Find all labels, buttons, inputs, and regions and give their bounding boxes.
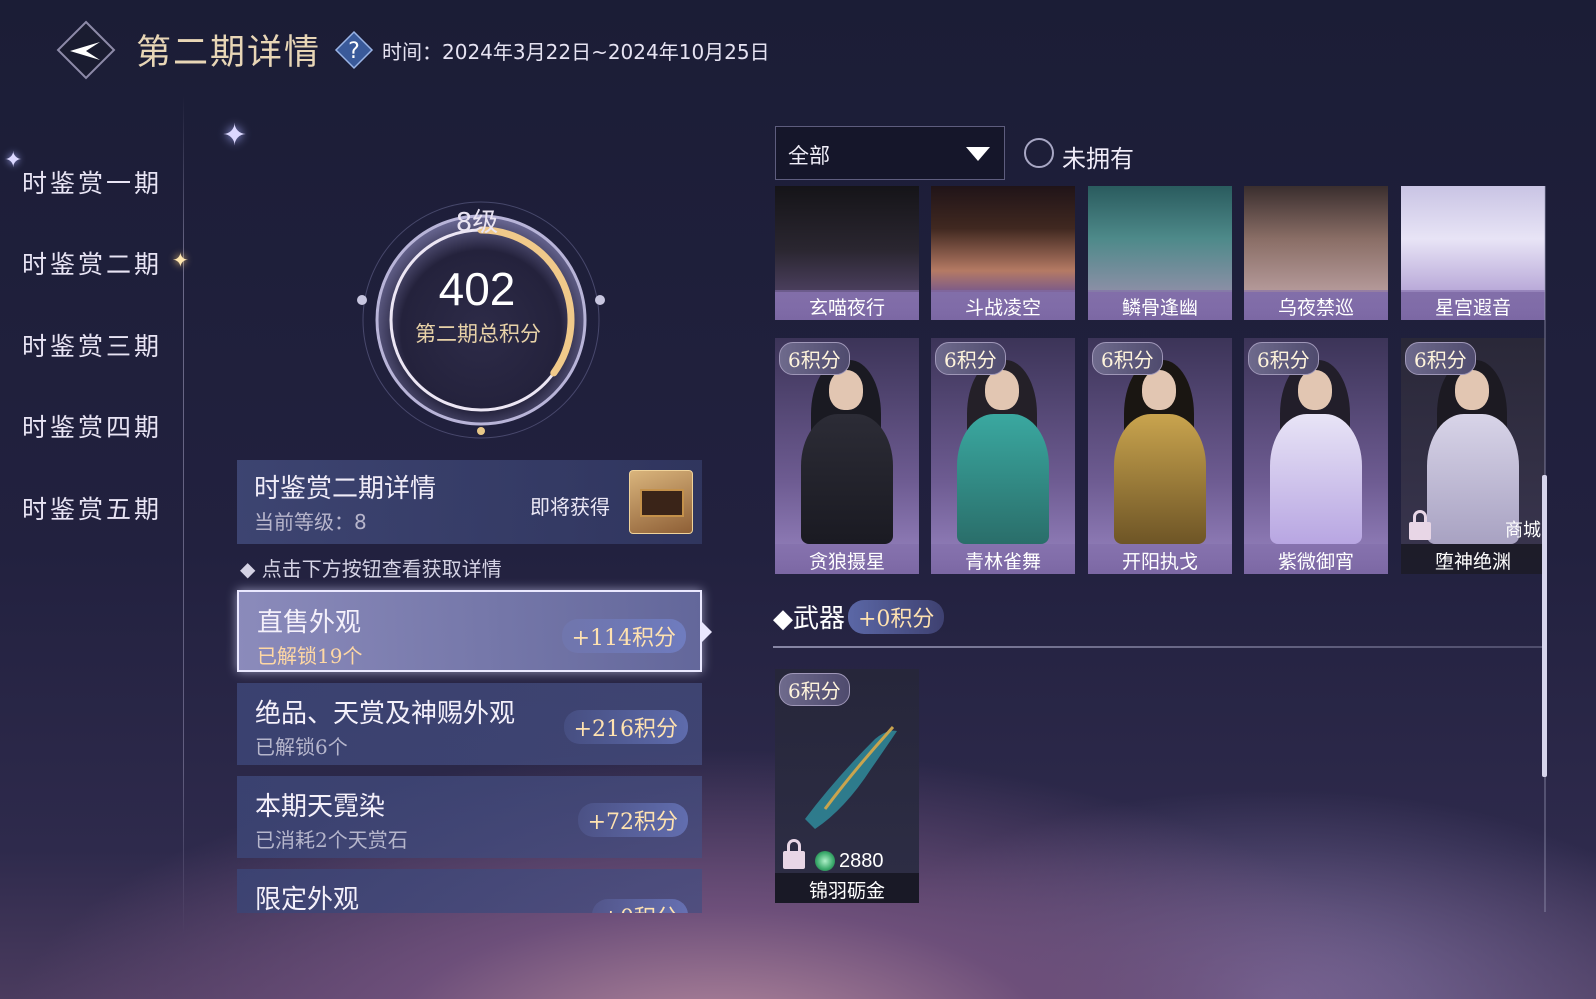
hint-label: 点击下方按钮查看获取详情: [261, 557, 502, 581]
filter-dropdown[interactable]: 全部: [775, 126, 1005, 180]
category-limited[interactable]: 限定外观 +0积分: [237, 869, 702, 913]
score-level: 8级: [455, 208, 499, 238]
total-score: 402: [438, 263, 516, 315]
weapon-card[interactable]: 6积分 2880 锦羽砺金: [775, 669, 919, 903]
sparkle-icon: ✦: [222, 118, 248, 153]
category-direct-sale[interactable]: 直售外观 已解锁19个 +114积分: [237, 590, 712, 672]
sidebar-divider: [183, 95, 184, 935]
category-points: +72积分: [577, 803, 688, 837]
sidebar-item-period-1[interactable]: 时鉴赏一期: [22, 164, 162, 200]
sidebar-item-period-2[interactable]: 时鉴赏二期: [22, 245, 162, 281]
outfit-card[interactable]: 6积分 青林雀舞: [931, 338, 1075, 574]
category-points: +114积分: [561, 619, 686, 653]
category-premium[interactable]: 绝品、天赏及神赐外观 已解锁6个 +216积分: [237, 683, 702, 765]
points-badge: 6积分: [779, 342, 850, 375]
store-label: 商城: [1505, 520, 1541, 541]
sidebar-item-period-5[interactable]: 时鉴赏五期: [22, 490, 162, 526]
active-arrow-icon: [702, 622, 712, 642]
outfit-card[interactable]: 星宫遐音: [1401, 186, 1545, 320]
upcoming-reward-icon[interactable]: [629, 470, 693, 534]
category-dye[interactable]: 本期天霓染 已消耗2个天赏石 +72积分: [237, 776, 702, 858]
outfit-name: 开阳执戈: [1088, 544, 1232, 574]
chevron-down-icon: [966, 147, 990, 161]
total-score-label: 第二期总积分: [415, 322, 541, 346]
points-badge: 6积分: [935, 342, 1006, 375]
category-consumed: 已消耗2个天赏石: [255, 828, 408, 852]
active-star-icon: ✦: [172, 248, 189, 272]
sparkle-icon: ✦: [4, 148, 23, 173]
outfit-name: 紫微御宵: [1244, 544, 1388, 574]
category-title: 直售外观: [257, 608, 362, 638]
not-owned-label[interactable]: 未拥有: [1062, 139, 1134, 174]
points-badge: 6积分: [1405, 342, 1476, 375]
current-level: 当前等级：8: [254, 510, 367, 534]
category-title: 限定外观: [255, 885, 360, 913]
outfit-card[interactable]: 6积分 紫微御宵: [1244, 338, 1388, 574]
outfit-name: 堕神绝渊: [1401, 544, 1545, 574]
outfit-card[interactable]: 6积分 商城 堕神绝渊: [1401, 338, 1545, 574]
upcoming-reward-label: 即将获得: [530, 495, 610, 519]
filter-value: 全部: [788, 144, 830, 168]
outfit-card[interactable]: 6积分 开阳执戈: [1088, 338, 1232, 574]
outfit-card[interactable]: 鳞骨逢幽: [1088, 186, 1232, 320]
outfit-name: 斗战凌空: [931, 290, 1075, 320]
outfit-name: 玄喵夜行: [775, 290, 919, 320]
period-time: 时间：2024年3月22日~2024年10月25日: [382, 40, 770, 64]
outfit-card[interactable]: 斗战凌空: [931, 186, 1075, 320]
category-points: +216积分: [563, 710, 688, 744]
weapon-section-title: 武器: [793, 604, 846, 634]
outfit-card[interactable]: 6积分 贪狼摄星: [775, 338, 919, 574]
outfit-name: 贪狼摄星: [775, 544, 919, 574]
points-badge: 6积分: [1248, 342, 1319, 375]
weapon-points: +0积分: [848, 600, 945, 634]
lock-icon: [1409, 510, 1431, 540]
svg-text:?: ?: [348, 39, 360, 64]
category-title: 绝品、天赏及神赐外观: [255, 699, 516, 729]
page-title: 第二期详情: [136, 33, 322, 73]
weapon-name: 锦羽砺金: [775, 873, 919, 903]
hint-text: ◆ 点击下方按钮查看获取详情: [240, 557, 502, 581]
points-badge: 6积分: [779, 673, 850, 706]
jade-currency-icon: [815, 851, 835, 871]
category-points: +0积分: [591, 899, 688, 913]
back-arrow-icon: [56, 20, 116, 80]
outfit-name: 青林雀舞: [931, 544, 1075, 574]
weapon-section-header: ◆武器: [773, 604, 846, 634]
category-title: 本期天霓染: [255, 792, 386, 822]
category-unlocked: 已解锁6个: [255, 735, 348, 759]
weapon-price: 2880: [839, 850, 884, 872]
outfit-card[interactable]: 乌夜禁巡: [1244, 186, 1388, 320]
sidebar-item-period-3[interactable]: 时鉴赏三期: [22, 327, 162, 363]
outfit-card[interactable]: 玄喵夜行: [775, 186, 919, 320]
section-divider: [773, 646, 1543, 648]
points-badge: 6积分: [1092, 342, 1163, 375]
outfit-name: 星宫遐音: [1401, 290, 1545, 320]
lock-icon: [783, 839, 805, 869]
category-unlocked: 已解锁19个: [257, 644, 363, 668]
outfit-name: 鳞骨逢幽: [1088, 290, 1232, 320]
not-owned-radio[interactable]: [1024, 138, 1054, 168]
outfit-name: 乌夜禁巡: [1244, 290, 1388, 320]
sidebar-item-period-4[interactable]: 时鉴赏四期: [22, 408, 162, 444]
scrollbar-thumb[interactable]: [1542, 475, 1547, 777]
help-icon: ?: [334, 30, 374, 70]
back-button[interactable]: [56, 20, 116, 80]
help-button[interactable]: ?: [334, 30, 374, 70]
details-title: 时鉴赏二期详情: [254, 474, 437, 504]
